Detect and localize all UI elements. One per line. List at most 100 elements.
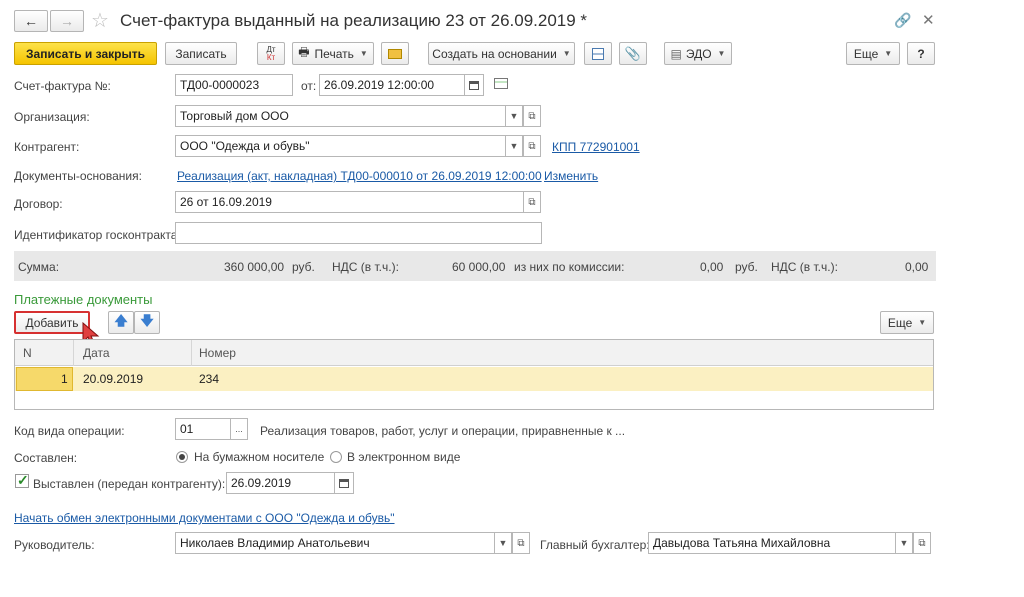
chevron-down-icon: ▼ — [509, 111, 519, 121]
edo-exchange-link[interactable]: Начать обмен электронными документами с … — [14, 511, 395, 525]
forward-button[interactable]: → — [50, 10, 84, 32]
paper-option-label[interactable]: На бумажном носителе — [194, 450, 324, 464]
organization-open-button[interactable]: ⧉ — [523, 105, 541, 127]
edo-button[interactable]: ▤ ЭДО ▼ — [664, 42, 732, 65]
checkmark-icon: ✓ — [17, 472, 29, 488]
link-icon[interactable]: 🔗 — [894, 12, 911, 29]
add-button[interactable]: Добавить — [14, 311, 90, 334]
column-header-number[interactable]: Номер — [199, 346, 236, 360]
open-icon: ⧉ — [517, 537, 525, 549]
payments-table: N Дата Номер 1 20.09.2019 234 — [14, 339, 934, 410]
accountant-input[interactable]: Давыдова Татьяна Михайловна — [648, 532, 896, 554]
row-number: 1 — [61, 372, 68, 386]
contract-input[interactable]: 26 от 16.09.2019 — [175, 191, 524, 213]
contractor-dropdown[interactable]: ▼ — [505, 135, 523, 157]
electronic-radio[interactable] — [330, 451, 342, 463]
more-button[interactable]: Еще ▼ — [846, 42, 900, 65]
star-icon[interactable]: ☆ — [91, 8, 109, 33]
arrow-left-icon: ← — [24, 13, 38, 29]
gov-contract-input[interactable] — [175, 222, 542, 244]
op-code-description: Реализация товаров, работ, услуг и опера… — [260, 424, 626, 438]
base-document-link[interactable]: Реализация (акт, накладная) ТД00-000010 … — [177, 169, 542, 183]
director-input[interactable]: Николаев Владимир Анатольевич — [175, 532, 495, 554]
move-up-button[interactable]: 🡅 — [108, 311, 134, 334]
director-dropdown[interactable]: ▼ — [494, 532, 512, 554]
sum-currency: руб. — [292, 260, 315, 274]
change-link[interactable]: Изменить — [544, 169, 598, 183]
op-code-label: Код вида операции: — [14, 424, 125, 438]
chevron-down-icon: ▼ — [498, 538, 508, 548]
vat2-label: НДС (в т.ч.): — [771, 260, 838, 274]
commission-value: 0,00 — [700, 260, 724, 274]
composed-label: Составлен: — [14, 451, 78, 465]
kpp-link[interactable]: КПП 772901001 — [552, 140, 640, 154]
column-divider — [73, 340, 74, 366]
accountant-dropdown[interactable]: ▼ — [895, 532, 913, 554]
contract-open-button[interactable]: ⧉ — [523, 191, 541, 213]
edo-icon: ▤ — [670, 46, 682, 61]
email-button[interactable] — [381, 42, 409, 65]
attachment-button[interactable]: 📎 — [619, 42, 647, 65]
invoice-number-label: Счет-фактура №: — [14, 79, 111, 93]
invoice-number-input[interactable]: ТД00-0000023 — [175, 74, 293, 96]
column-divider — [191, 340, 192, 366]
chevron-down-icon: ▼ — [899, 538, 909, 548]
arrow-up-icon: 🡅 — [114, 312, 128, 328]
back-button[interactable]: ← — [14, 10, 48, 32]
contractor-label: Контрагент: — [14, 140, 80, 154]
row-doc-number: 234 — [199, 372, 220, 386]
structure-icon — [592, 47, 604, 60]
summary-bar: Сумма: 360 000,00 руб. НДС (в т.ч.): 60 … — [14, 251, 936, 281]
save-and-close-button[interactable]: Записать и закрыть — [14, 42, 157, 65]
document-icon[interactable] — [494, 78, 508, 89]
op-code-select-button[interactable]: ... — [230, 418, 248, 440]
help-button[interactable]: ? — [907, 42, 935, 65]
commission-label: из них по комиссии: — [514, 260, 625, 274]
director-open-button[interactable]: ⧉ — [512, 532, 530, 554]
issued-calendar-button[interactable] — [334, 472, 354, 494]
column-header-n[interactable]: N — [23, 346, 32, 360]
date-input[interactable]: 26.09.2019 12:00:00 — [319, 74, 465, 96]
issued-checkbox[interactable]: ✓ — [15, 472, 29, 488]
open-icon: ⧉ — [528, 196, 536, 208]
payments-section-title: Платежные документы — [14, 292, 153, 307]
printer-icon: 🖶 — [298, 45, 310, 59]
move-down-button[interactable]: 🡇 — [134, 311, 160, 334]
calendar-button[interactable] — [464, 74, 484, 96]
organization-label: Организация: — [14, 110, 90, 124]
chevron-down-icon: ▼ — [717, 49, 726, 58]
contract-label: Договор: — [14, 197, 63, 211]
issued-label: Выставлен (передан контрагенту): — [33, 477, 226, 491]
organization-input[interactable]: Торговый дом ООО — [175, 105, 506, 127]
dt-kt-icon-bottom: Кт — [266, 52, 276, 62]
structure-button[interactable] — [584, 42, 612, 65]
close-icon[interactable]: ✕ — [922, 11, 935, 29]
paper-radio[interactable] — [176, 451, 188, 463]
print-button[interactable]: 🖶 Печать ▼ — [292, 42, 374, 65]
envelope-icon — [388, 48, 402, 59]
row-date: 20.09.2019 — [83, 372, 144, 386]
vat-label: НДС (в т.ч.): — [332, 260, 399, 274]
column-header-date[interactable]: Дата — [83, 346, 110, 360]
contractor-open-button[interactable]: ⧉ — [523, 135, 541, 157]
calendar-icon — [469, 80, 479, 90]
dt-kt-button[interactable]: Дт Кт — [257, 42, 285, 65]
table-row[interactable]: 1 20.09.2019 234 — [15, 367, 933, 391]
create-based-on-button[interactable]: Создать на основании ▼ — [428, 42, 575, 65]
contractor-input[interactable]: ООО "Одежда и обувь" — [175, 135, 506, 157]
arrow-down-icon: 🡇 — [140, 312, 154, 328]
chevron-down-icon: ▼ — [918, 318, 927, 327]
organization-dropdown[interactable]: ▼ — [505, 105, 523, 127]
accountant-open-button[interactable]: ⧉ — [913, 532, 931, 554]
electronic-option-label[interactable]: В электронном виде — [347, 450, 460, 464]
table-header: N Дата Номер — [15, 340, 933, 366]
chevron-down-icon: ▼ — [884, 49, 893, 58]
issued-date-input[interactable]: 26.09.2019 — [226, 472, 335, 494]
open-icon: ⧉ — [528, 110, 536, 122]
chevron-down-icon: ▼ — [359, 49, 368, 58]
vat2-value: 0,00 — [905, 260, 929, 274]
sum-value: 360 000,00 — [224, 260, 285, 274]
op-code-input[interactable]: 01 — [175, 418, 231, 440]
save-button[interactable]: Записать — [165, 42, 237, 65]
payments-more-button[interactable]: Еще ▼ — [880, 311, 934, 334]
